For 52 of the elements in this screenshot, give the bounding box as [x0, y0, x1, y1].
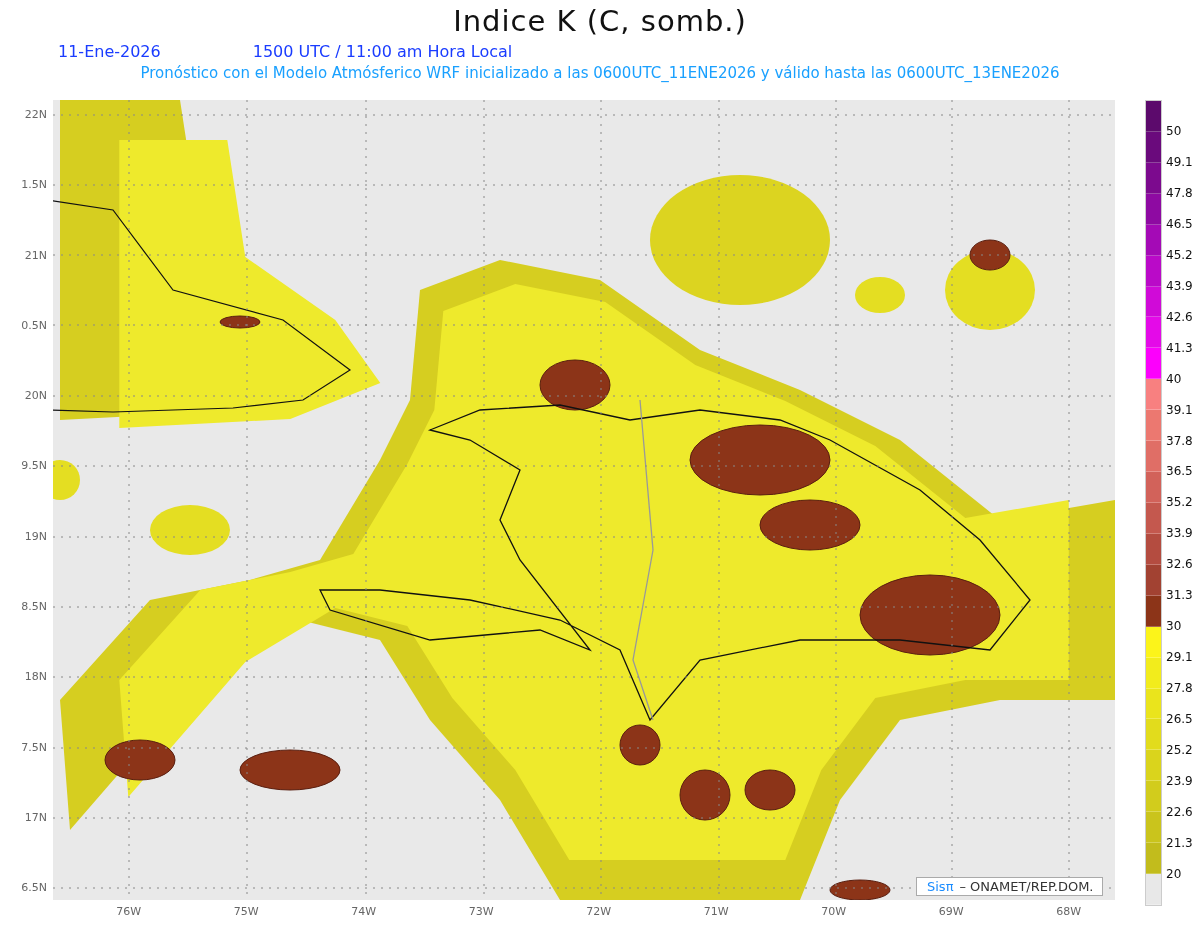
brand-label: Sisπ [927, 879, 954, 894]
latitude-label: 9.5N [20, 458, 48, 475]
color-scale-label: 26.5 [1166, 711, 1193, 729]
color-scale-label: 20 [1166, 865, 1183, 883]
longitude-label: 74W [350, 905, 378, 918]
color-scale-label: 47.8 [1166, 184, 1193, 202]
chart-title: Indice K (C, somb.) [453, 4, 747, 40]
longitude-label: 72W [585, 905, 613, 918]
color-scale-label: 30 [1166, 618, 1183, 636]
latitude-label: 21N [23, 247, 48, 264]
longitude-label: 76W [115, 905, 143, 918]
color-scale-label: 35.2 [1166, 494, 1193, 512]
color-scale-label: 37.8 [1166, 432, 1193, 450]
longitude-label: 68W [1055, 905, 1083, 918]
latitude-label: 6.5N [20, 880, 48, 897]
color-scale-label: 40 [1166, 370, 1183, 388]
color-scale-label: 50 [1166, 123, 1183, 140]
latitude-label: 17N [23, 809, 48, 826]
credit-text: – ONAMET/REP.DOM. [959, 879, 1094, 894]
longitude-label: 70W [820, 905, 848, 918]
longitude-label: 69W [937, 905, 965, 918]
forecast-date: 11-Ene-2026 [58, 42, 161, 62]
color-scale-label: 39.1 [1166, 401, 1193, 419]
color-scale-label: 42.6 [1166, 308, 1193, 326]
latitude-label: 22N [23, 107, 48, 123]
latitude-label: 19N [23, 528, 48, 545]
color-scale-label: 46.5 [1166, 215, 1193, 233]
color-scale-label: 21.3 [1166, 834, 1193, 852]
color-scale-label: 22.6 [1166, 803, 1193, 821]
longitude-label: 73W [467, 905, 495, 918]
color-scale-label: 31.3 [1166, 587, 1193, 605]
color-scale-label: 43.9 [1166, 277, 1193, 295]
color-scale-label: 23.9 [1166, 773, 1193, 790]
latitude-label: 0.5N [20, 317, 48, 334]
latitude-label: 1.5N [20, 177, 48, 194]
color-scale-label: 36.5 [1166, 463, 1193, 481]
color-scale-label: 27.8 [1166, 680, 1193, 698]
longitude-label: 75W [232, 905, 260, 918]
forecast-time: 1500 UTC / 11:00 am Hora Local [252, 42, 513, 62]
latitude-label: 20N [23, 388, 48, 405]
color-scale-label: 45.2 [1166, 246, 1193, 264]
longitude-label: 71W [702, 905, 730, 918]
latitude-label: 8.5N [20, 599, 48, 616]
color-scale-label: 29.1 [1166, 649, 1193, 667]
color-scale-label: 33.9 [1166, 525, 1193, 543]
color-scale-label: 49.1 [1166, 153, 1193, 171]
color-scale-label: 25.2 [1166, 742, 1193, 760]
forecast-subtitle: Pronóstico con el Modelo Atmósferico WRF inicializado a las 0600UTC_11ENE2026 y válido hasta las 0600UTC_13ENE2026 [140, 64, 1060, 82]
color-scale-label: 32.6 [1166, 556, 1193, 574]
color-scale-label: 41.3 [1166, 339, 1193, 357]
latitude-label: 7.5N [20, 739, 48, 756]
latitude-label: 18N [23, 669, 48, 686]
